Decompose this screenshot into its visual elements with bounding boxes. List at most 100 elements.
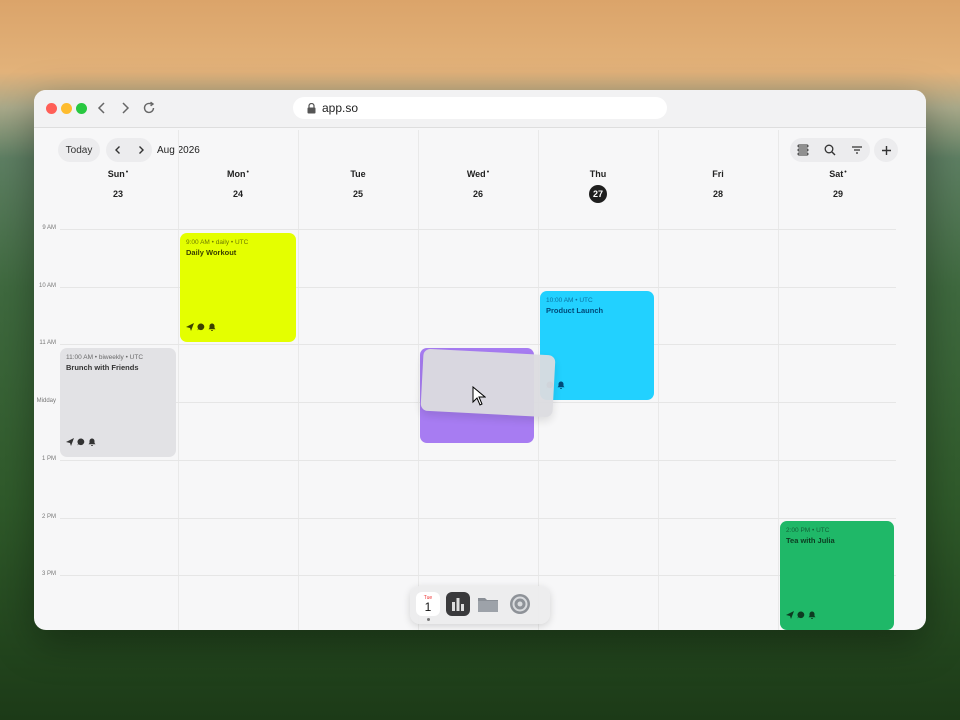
hour-label: 10 AM: [38, 282, 56, 289]
bell-icon: [208, 318, 216, 336]
hour-gridline: [60, 344, 896, 346]
date-number: 24: [232, 189, 243, 199]
back-button[interactable]: [92, 98, 112, 118]
hour-label: 1 PM: [41, 455, 56, 462]
hour-label: 11 AM: [39, 340, 56, 347]
today-button[interactable]: Today: [58, 138, 100, 162]
day-name: Sun: [107, 169, 125, 179]
date-number: 26: [472, 189, 483, 199]
dock-calendar-app[interactable]: Tue 1: [416, 592, 440, 616]
chat-icon: [197, 318, 205, 336]
has-events-dot: •: [246, 169, 249, 176]
date-number: 28: [712, 189, 723, 199]
event-title: Product Launch: [546, 306, 604, 315]
filter-icon[interactable]: [851, 144, 863, 156]
dock-files-app[interactable]: [476, 592, 500, 616]
date-number: 29: [832, 189, 843, 199]
day-name: Mon: [227, 169, 246, 179]
event-title: Tea with Julia: [786, 536, 835, 545]
has-events-dot: •: [486, 169, 490, 176]
reload-icon: [143, 101, 155, 114]
hour-gridline: [60, 229, 896, 230]
event-icons: [786, 606, 816, 624]
day-name: Sat: [829, 169, 844, 179]
dock-settings-app[interactable]: [508, 592, 532, 616]
hour-label: Midday: [36, 398, 56, 405]
close-window-button[interactable]: [46, 103, 57, 114]
dock-stats-app[interactable]: [446, 592, 470, 616]
lock-icon: [307, 102, 316, 113]
folder-icon: [478, 598, 498, 612]
app-dock: Tue 1: [410, 586, 550, 624]
search-icon[interactable]: [824, 144, 836, 156]
week-nav: [106, 138, 152, 162]
has-events-dot: •: [844, 169, 847, 176]
bar-chart-icon: [452, 598, 464, 611]
hour-gridline: [60, 575, 896, 577]
dragged-event-preview[interactable]: [420, 348, 556, 418]
day-header-mon[interactable]: Mon• 24: [178, 169, 298, 203]
calendar-event[interactable]: 10:00 AM • UTC Product Launch: [540, 291, 654, 400]
timeline-view-icon[interactable]: [797, 144, 809, 156]
chat-icon: [77, 433, 85, 451]
send-icon: [786, 606, 794, 624]
send-icon: [186, 318, 194, 336]
hour-gridline: [60, 517, 896, 519]
hour-label: 9 AM: [42, 225, 56, 231]
dock-calendar-num: 1: [424, 600, 432, 614]
chat-icon: [797, 606, 805, 624]
day-name: Fri: [712, 169, 724, 179]
has-events-dot: •: [125, 169, 129, 176]
view-toolbar: [790, 138, 870, 162]
day-header-fri[interactable]: Fri 28: [658, 169, 778, 203]
day-name: Thu: [589, 169, 607, 179]
next-week-button[interactable]: [136, 145, 146, 155]
event-time: 10:00 AM • UTC: [546, 297, 593, 304]
bell-icon: [808, 606, 816, 624]
add-event-button[interactable]: [874, 138, 898, 162]
bell-icon: [88, 433, 96, 451]
day-column-divider: [778, 130, 779, 630]
address-bar[interactable]: app.so: [293, 97, 667, 119]
date-number: 25: [352, 189, 363, 199]
gear-icon: [510, 594, 530, 614]
day-column-divider: [418, 130, 419, 630]
browser-chrome: app.so: [34, 90, 926, 128]
hour-label: 2 PM: [41, 513, 56, 520]
send-icon: [66, 433, 74, 451]
day-header-sat[interactable]: Sat• 29: [778, 169, 898, 203]
plus-icon: [881, 145, 891, 155]
bell-icon: [557, 376, 565, 394]
calendar-event[interactable]: 2:00 PM • UTC Tea with Julia: [780, 521, 894, 630]
hour-label: 3 PM: [41, 571, 56, 578]
calendar-event[interactable]: 11:00 AM • biweekly • UTC Brunch with Fri…: [60, 348, 176, 457]
previous-week-button[interactable]: [113, 145, 123, 155]
minimize-window-button[interactable]: [61, 103, 72, 114]
today-date-number: 27: [589, 185, 607, 203]
url-text: app.so: [322, 101, 359, 115]
day-header-sun[interactable]: Sun• 23: [58, 169, 178, 203]
forward-button[interactable]: [115, 98, 135, 118]
event-icons: [66, 433, 96, 451]
calendar-event[interactable]: 9:00 AM • daily • UTC Daily Workout: [180, 233, 296, 342]
day-name: Wed: [466, 169, 486, 179]
day-header-thu[interactable]: Thu 27: [538, 169, 658, 203]
dock-running-indicator: [427, 618, 430, 621]
day-column-divider: [298, 130, 299, 630]
day-column-divider: [658, 130, 659, 630]
reload-button[interactable]: [139, 98, 159, 118]
event-time: 9:00 AM • daily • UTC: [186, 239, 249, 246]
event-time: 2:00 PM • UTC: [786, 527, 830, 534]
chevron-right-icon: [122, 102, 130, 114]
date-number: 23: [112, 189, 123, 199]
event-time: 11:00 AM • biweekly • UTC: [66, 354, 144, 361]
day-header-tue[interactable]: Tue 25: [298, 169, 418, 203]
day-header-wed[interactable]: Wed• 26: [418, 169, 538, 203]
day-column-divider: [178, 130, 179, 630]
hour-gridline: [60, 459, 896, 461]
today-label: Today: [65, 144, 93, 156]
event-title: Daily Workout: [186, 248, 237, 257]
cursor-icon: [472, 386, 486, 406]
event-title: Brunch with Friends: [66, 363, 139, 372]
maximize-window-button[interactable]: [76, 103, 87, 114]
